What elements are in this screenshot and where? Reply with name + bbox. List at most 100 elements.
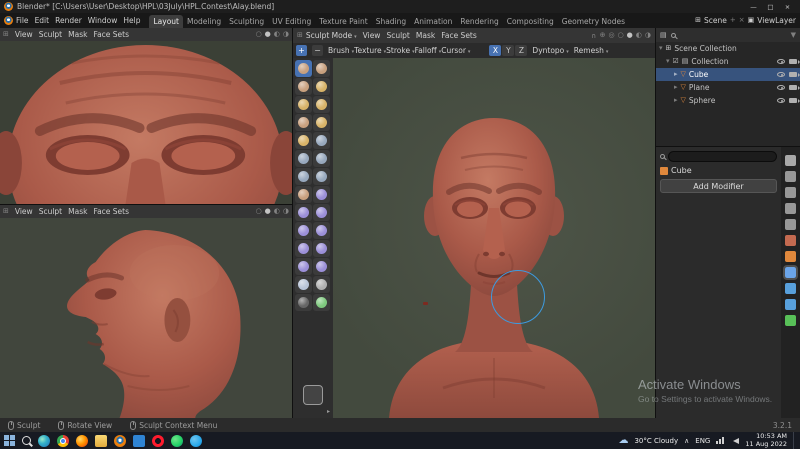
- shading-solid-icon[interactable]: ●: [265, 31, 271, 38]
- menu-sculpt[interactable]: Sculpt: [36, 206, 65, 217]
- brush-boundary-icon[interactable]: [313, 258, 330, 275]
- shading-rendered-icon[interactable]: ◑: [283, 208, 289, 215]
- main-viewport-canvas[interactable]: [333, 58, 655, 418]
- dyntopo-dropdown[interactable]: Dyntopo: [532, 46, 568, 55]
- shading-solid-icon[interactable]: ●: [265, 208, 271, 215]
- properties-tab-tool-icon[interactable]: [785, 155, 796, 166]
- menu-face-sets[interactable]: Face Sets: [438, 30, 480, 41]
- shading-rendered-icon[interactable]: ◑: [645, 32, 651, 39]
- brush-multi-plane-scrape-icon[interactable]: [313, 168, 330, 185]
- brush-simplify-icon[interactable]: [313, 276, 330, 293]
- workspace-tab-animation[interactable]: Animation: [410, 15, 456, 28]
- firefox-icon[interactable]: [76, 434, 88, 447]
- properties-tab-output-icon[interactable]: [785, 187, 796, 198]
- search-icon[interactable]: [670, 32, 676, 38]
- panel-stroke[interactable]: Stroke: [386, 46, 414, 55]
- hide-viewport-icon[interactable]: [777, 59, 785, 64]
- menu-mask[interactable]: Mask: [65, 206, 90, 217]
- annotate-tool-icon[interactable]: [303, 385, 323, 405]
- outliner-row-collection[interactable]: ▾ ☑ ▤ Collection: [656, 55, 800, 68]
- overlays-icon[interactable]: ◎: [608, 32, 614, 39]
- brush-thumb-icon[interactable]: [295, 222, 312, 239]
- disclosure-icon[interactable]: ▸: [674, 97, 678, 104]
- add-modifier-button[interactable]: Add Modifier: [660, 179, 777, 193]
- disable-render-icon[interactable]: [789, 98, 800, 103]
- mode-selector[interactable]: Sculpt Mode: [306, 31, 357, 40]
- minimize-button[interactable]: —: [745, 1, 762, 13]
- brush-blob-icon[interactable]: [313, 114, 330, 131]
- chrome-icon[interactable]: [57, 434, 69, 447]
- brush-grab-icon[interactable]: [313, 186, 330, 203]
- menu-render[interactable]: Render: [52, 15, 85, 26]
- mirror-axis-x[interactable]: X: [489, 45, 502, 56]
- unlink-scene-icon[interactable]: ×: [739, 17, 745, 24]
- menu-edit[interactable]: Edit: [32, 15, 53, 26]
- menu-file[interactable]: File: [13, 15, 32, 26]
- snap-magnet-icon[interactable]: ∪: [591, 32, 596, 40]
- properties-tab-scene-icon[interactable]: [785, 219, 796, 230]
- new-scene-icon[interactable]: +: [730, 17, 736, 24]
- properties-tab-render-icon[interactable]: [785, 171, 796, 182]
- remesh-dropdown[interactable]: Remesh: [574, 46, 609, 55]
- properties-tab-modifiers-icon[interactable]: [783, 265, 798, 280]
- menu-sculpt[interactable]: Sculpt: [36, 29, 65, 40]
- brush-cloth-icon[interactable]: [295, 276, 312, 293]
- menu-mask[interactable]: Mask: [65, 29, 90, 40]
- brush-fill-icon[interactable]: [313, 150, 330, 167]
- brush-flatten-icon[interactable]: [295, 150, 312, 167]
- brush-pinch-icon[interactable]: [295, 186, 312, 203]
- weather-text[interactable]: 30°C Cloudy: [634, 437, 678, 445]
- panel-texture[interactable]: Texture: [354, 46, 386, 55]
- shading-solid-icon[interactable]: ●: [627, 32, 633, 39]
- taskbar-clock[interactable]: 10:53 AM 11 Aug 2022: [745, 432, 787, 449]
- menu-window[interactable]: Window: [85, 15, 121, 26]
- volume-icon[interactable]: [730, 437, 740, 444]
- brush-inflate-icon[interactable]: [295, 114, 312, 131]
- menu-sculpt[interactable]: Sculpt: [383, 30, 412, 41]
- panel-brush[interactable]: Brush: [328, 46, 354, 55]
- properties-tab-object-icon[interactable]: [785, 251, 796, 262]
- properties-tab-physics-icon[interactable]: [785, 299, 796, 310]
- disclosure-icon[interactable]: ▸: [674, 84, 678, 91]
- shading-rendered-icon[interactable]: ◑: [283, 31, 289, 38]
- editor-type-icon[interactable]: ⊞: [297, 32, 303, 39]
- brush-rotate-icon[interactable]: [313, 240, 330, 257]
- whatsapp-icon[interactable]: [171, 434, 183, 447]
- toolbar-expand-icon[interactable]: ▸: [327, 408, 330, 415]
- menu-help[interactable]: Help: [120, 15, 143, 26]
- shading-wireframe-icon[interactable]: ○: [618, 32, 624, 39]
- disclosure-icon[interactable]: ▸: [674, 71, 678, 78]
- menu-face-sets[interactable]: Face Sets: [90, 206, 132, 217]
- panel-falloff[interactable]: Falloff: [415, 46, 442, 55]
- photos-icon[interactable]: [133, 434, 145, 447]
- panel-cursor[interactable]: Cursor: [441, 46, 470, 55]
- start-button[interactable]: [4, 435, 15, 446]
- proportional-edit-icon[interactable]: ⊕: [600, 32, 606, 39]
- shading-material-icon[interactable]: ◐: [274, 208, 280, 215]
- brush-crease-icon[interactable]: [295, 132, 312, 149]
- opera-icon[interactable]: [152, 434, 164, 447]
- brush-clay-strips-icon[interactable]: [313, 78, 330, 95]
- disclosure-icon[interactable]: ▾: [659, 45, 663, 52]
- brush-mask-icon[interactable]: [295, 294, 312, 311]
- properties-tab-view-layer-icon[interactable]: [785, 203, 796, 214]
- workspace-tab-compositing[interactable]: Compositing: [503, 15, 558, 28]
- workspace-tab-geometry-nodes[interactable]: Geometry Nodes: [558, 15, 629, 28]
- mirror-axis-z[interactable]: Z: [515, 45, 528, 56]
- disable-render-icon[interactable]: [789, 72, 800, 77]
- menu-view[interactable]: View: [12, 29, 36, 40]
- properties-tab-object-data-icon[interactable]: [785, 315, 796, 326]
- outliner-row-plane[interactable]: ▸ ▽ Plane: [656, 81, 800, 94]
- outliner-row-sphere[interactable]: ▸ ▽ Sphere: [656, 94, 800, 107]
- workspace-tab-rendering[interactable]: Rendering: [456, 15, 502, 28]
- outliner-editor-icon[interactable]: ▤: [660, 31, 667, 39]
- blender-icon[interactable]: [114, 434, 126, 447]
- editor-type-icon[interactable]: ⊞: [3, 31, 9, 38]
- disclosure-icon[interactable]: ▾: [666, 58, 670, 65]
- checkbox-icon[interactable]: ☑: [673, 58, 679, 65]
- brush-layer-icon[interactable]: [313, 96, 330, 113]
- shading-wireframe-icon[interactable]: ○: [256, 208, 262, 215]
- brush-draw-face-sets-icon[interactable]: [313, 294, 330, 311]
- language-indicator[interactable]: ENG: [695, 437, 710, 445]
- network-icon[interactable]: [716, 437, 725, 444]
